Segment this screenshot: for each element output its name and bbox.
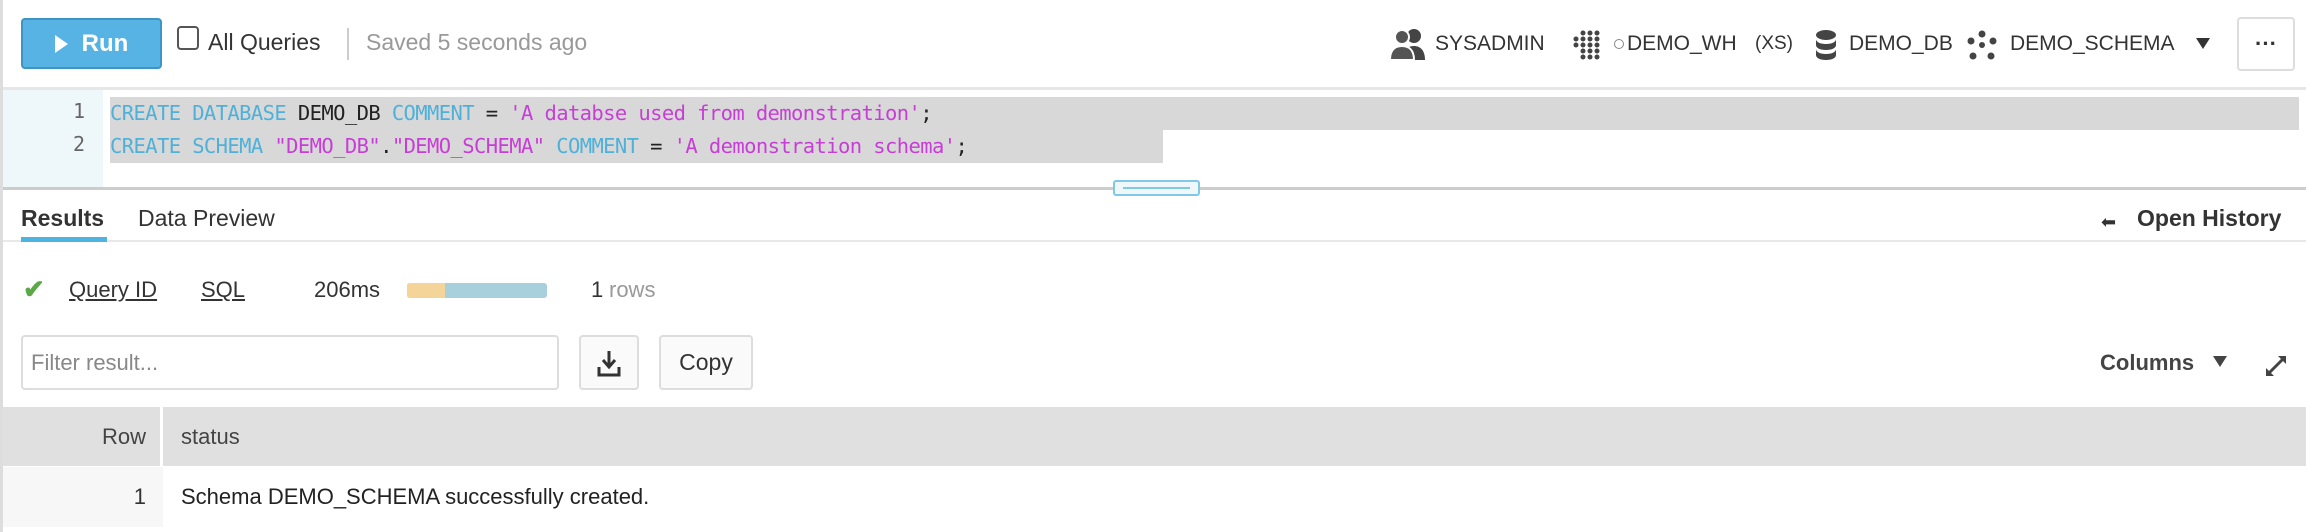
schema-icon — [1967, 30, 1997, 60]
run-button[interactable]: Run — [21, 18, 162, 69]
code-line[interactable]: CREATE SCHEMA "DEMO_DB"."DEMO_SCHEMA" CO… — [110, 130, 968, 163]
active-tab-indicator — [21, 237, 107, 242]
code-token: CREATE SCHEMA — [110, 134, 275, 158]
warehouse-status-icon — [1614, 39, 1624, 49]
divider — [347, 28, 349, 60]
columns-button[interactable]: Columns — [2100, 350, 2194, 376]
code-token: = — [485, 101, 510, 125]
tab-divider — [3, 240, 2306, 242]
copy-button[interactable]: Copy — [659, 335, 753, 390]
users-icon — [1389, 29, 1425, 60]
saved-status: Saved 5 seconds ago — [366, 29, 588, 55]
resize-handle[interactable] — [1113, 180, 1200, 196]
all-queries-checkbox[interactable] — [177, 26, 199, 50]
column-header-status[interactable]: status — [181, 407, 240, 466]
download-icon — [597, 350, 621, 376]
column-header-row[interactable]: Row — [3, 407, 160, 466]
query-id-link[interactable]: Query ID — [69, 277, 157, 303]
query-profile-bar — [407, 283, 547, 298]
editor-border — [3, 87, 2306, 90]
table-header — [3, 407, 2306, 466]
code-token: DEMO_DB — [297, 101, 392, 125]
code-token: "DEMO_DB" — [274, 134, 381, 158]
compile-segment — [407, 283, 445, 298]
code-token: 'A demonstration schema' — [673, 134, 956, 158]
warehouse-size: (XS) — [1755, 33, 1793, 54]
chevron-down-icon[interactable] — [2213, 356, 2227, 367]
query-duration: 206ms — [314, 277, 381, 302]
filter-result-input[interactable] — [21, 335, 559, 390]
code-token: . — [380, 134, 392, 158]
column-separator — [160, 407, 163, 466]
line-number: 1 — [72, 99, 85, 123]
code-token: 'A databse used from demonstration' — [509, 101, 921, 125]
status-cell[interactable]: Schema DEMO_SCHEMA successfully created. — [181, 467, 649, 527]
arrow-left-icon: ⬅ — [2101, 212, 2117, 232]
database-icon — [1816, 30, 1836, 60]
open-history-button[interactable]: Open History — [2137, 205, 2281, 232]
warehouse-icon — [1573, 30, 1600, 60]
rows-count: 1 — [591, 277, 604, 302]
code-line[interactable]: CREATE DATABASE DEMO_DB COMMENT = 'A dat… — [110, 97, 933, 130]
code-token: ; — [955, 134, 968, 158]
database-selector[interactable]: DEMO_DB — [1849, 32, 1953, 56]
play-icon — [54, 34, 68, 53]
code-token: ; — [920, 101, 932, 125]
success-check-icon: ✔ — [23, 274, 45, 304]
schema-selector[interactable]: DEMO_SCHEMA — [2010, 32, 2175, 56]
row-number: 1 — [133, 484, 146, 509]
chevron-down-icon[interactable] — [2196, 38, 2210, 49]
code-token: = — [650, 134, 674, 158]
all-queries-label[interactable]: All Queries — [208, 29, 320, 56]
download-button[interactable] — [579, 335, 639, 390]
expand-icon[interactable] — [2265, 355, 2287, 377]
sql-link[interactable]: SQL — [201, 277, 245, 303]
code-token: COMMENT — [556, 134, 651, 158]
code-token: CREATE DATABASE — [110, 101, 298, 125]
code-token: COMMENT — [391, 101, 486, 125]
line-number: 2 — [72, 132, 85, 156]
tab-results[interactable]: Results — [21, 205, 104, 232]
warehouse-selector[interactable]: DEMO_WH — [1627, 32, 1737, 56]
tab-data-preview[interactable]: Data Preview — [138, 205, 275, 232]
rows-label: rows — [609, 277, 656, 302]
code-token: "DEMO_SCHEMA" — [391, 134, 557, 158]
role-selector[interactable]: SYSADMIN — [1435, 32, 1545, 56]
more-options-button[interactable]: ··· — [2237, 17, 2295, 71]
